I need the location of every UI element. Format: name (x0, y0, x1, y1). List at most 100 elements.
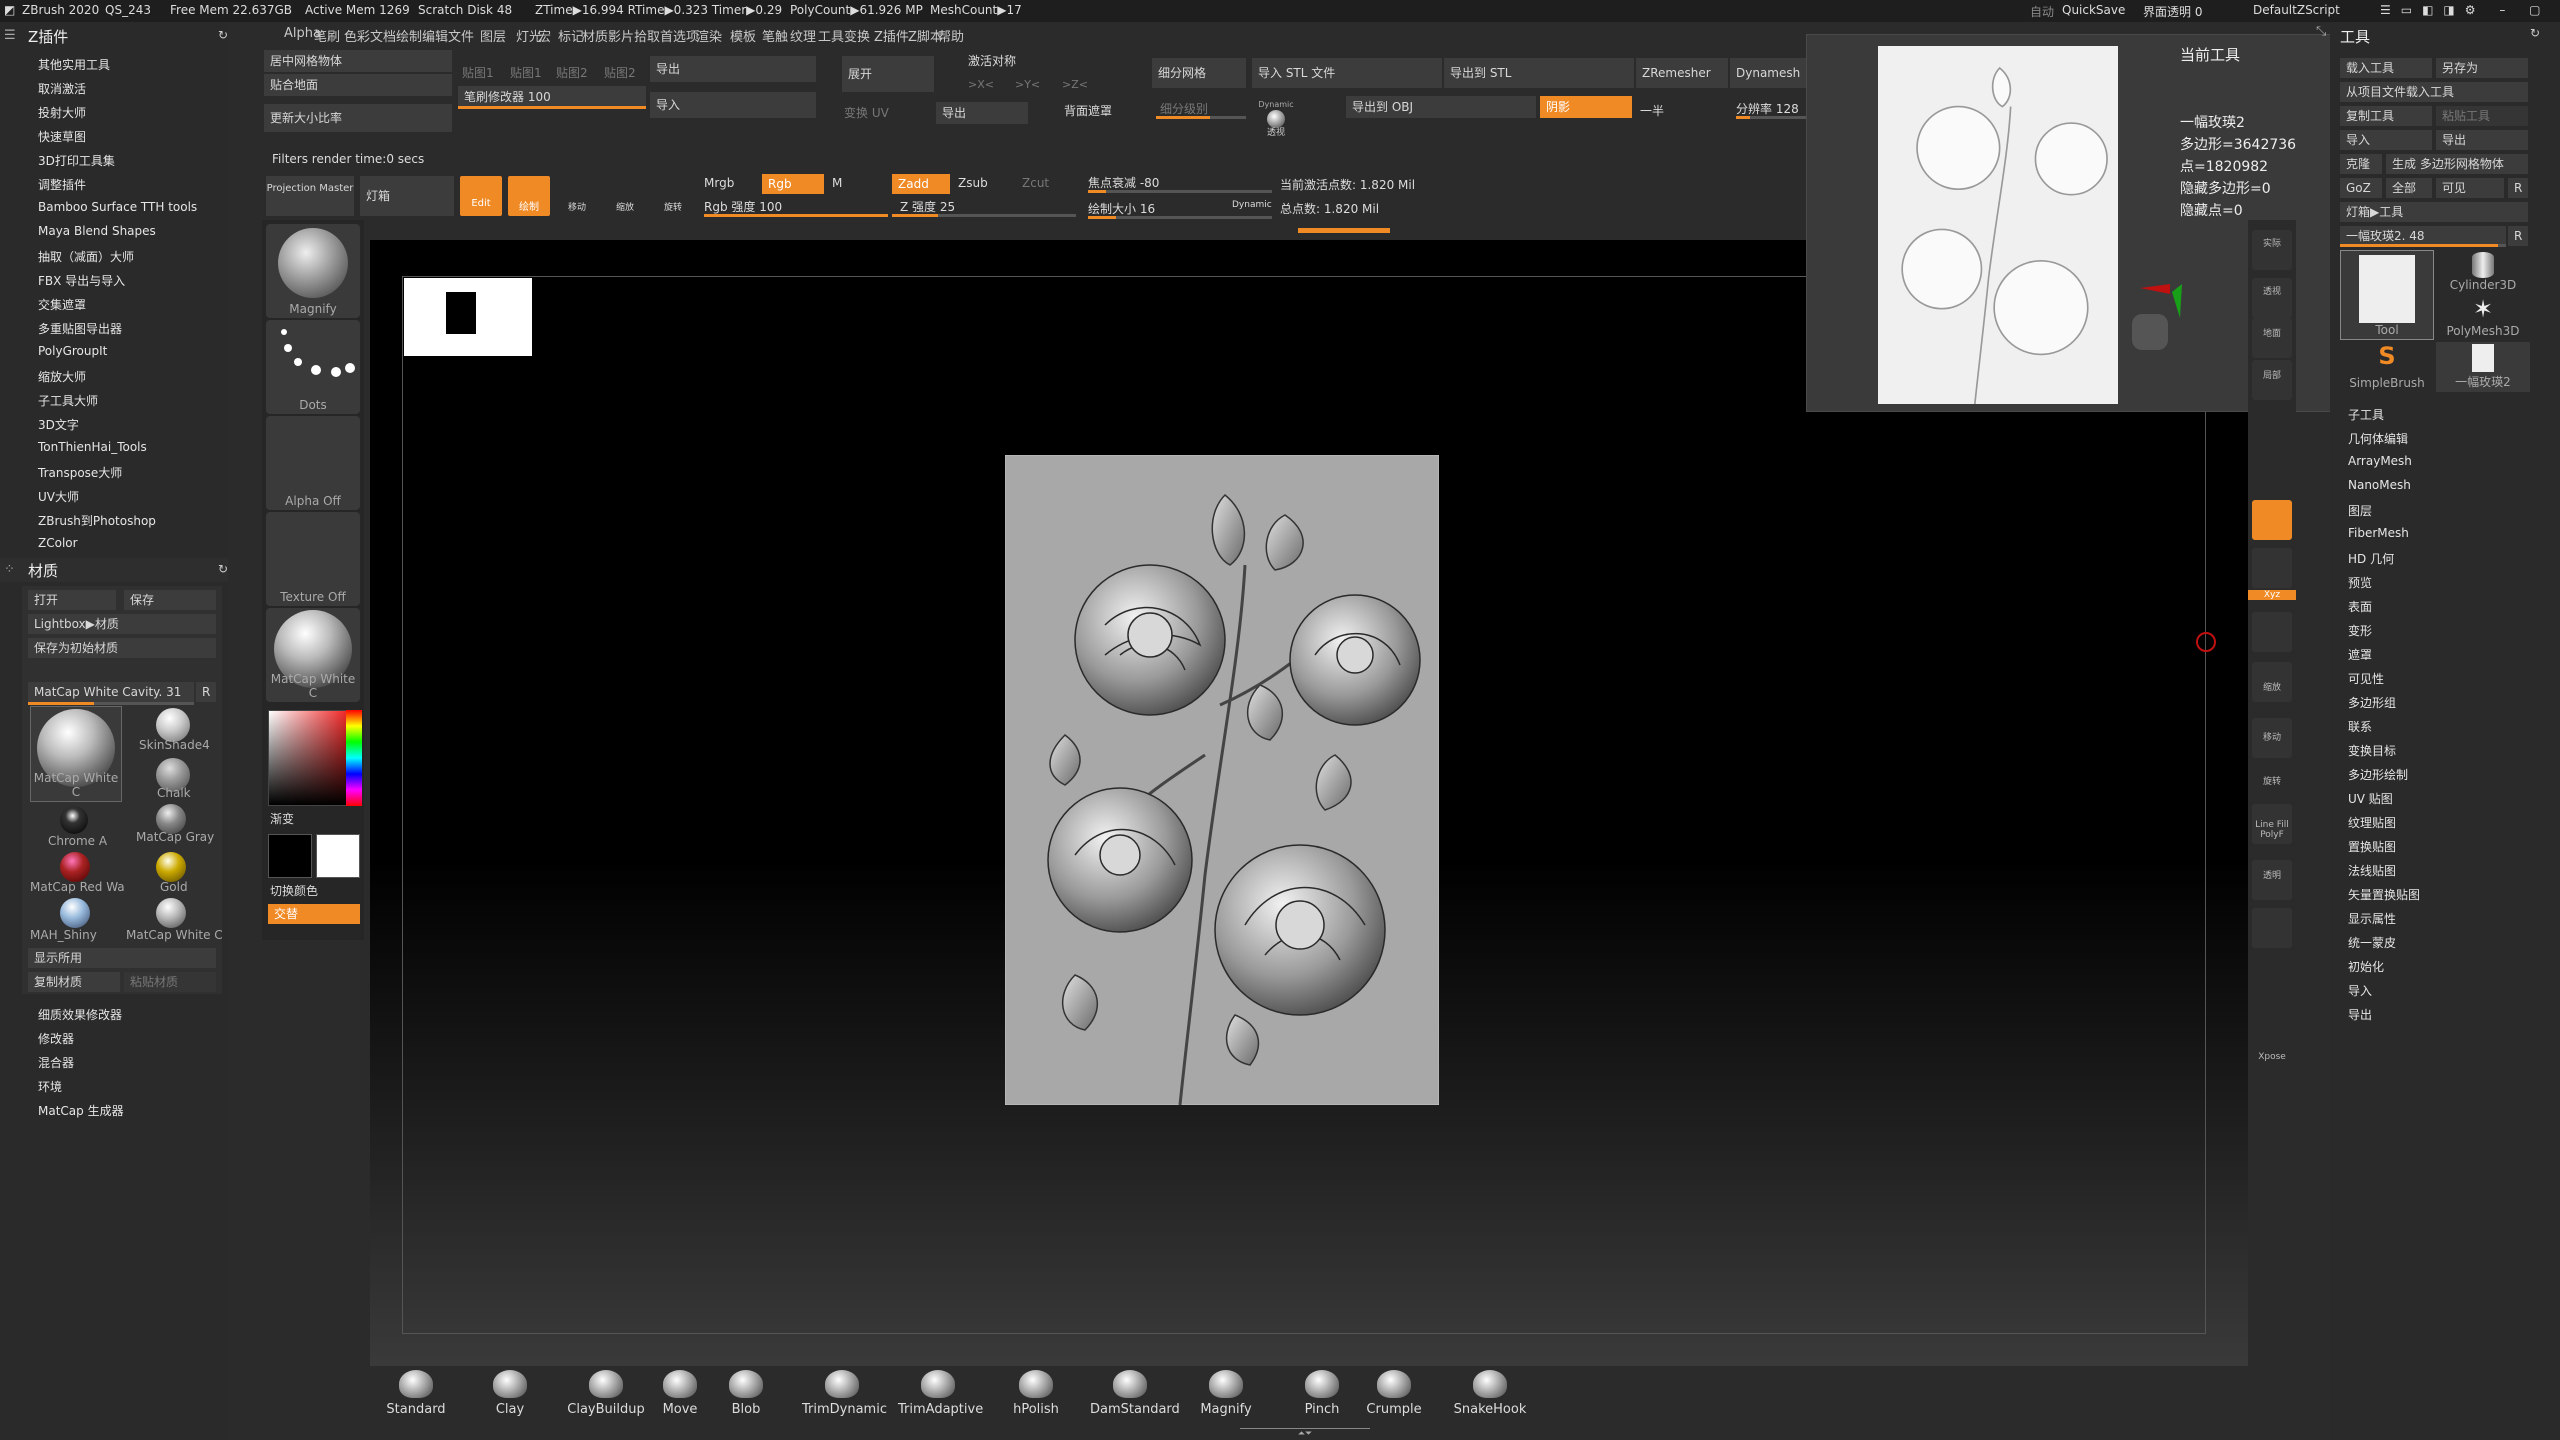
menu-item[interactable]: 宏 (538, 26, 551, 45)
zplugin-item[interactable]: 子工具大师 (38, 392, 98, 409)
paste-material-button[interactable]: 粘贴材质 (124, 972, 216, 992)
brush-button[interactable]: DamStandard (1090, 1370, 1180, 1417)
alpha-slot[interactable]: Alpha Off (266, 416, 360, 510)
zplugin-item[interactable]: 快速草图 (38, 128, 86, 145)
menu-item[interactable]: 工具 (818, 26, 844, 45)
menu-item[interactable]: 帮助 (938, 26, 964, 45)
fit-ground-button[interactable]: 贴合地面 (264, 74, 452, 96)
menu-item[interactable]: 标记 (558, 26, 584, 45)
tool-sub-item[interactable]: HD 几何 (2348, 550, 2394, 567)
sym-z-button[interactable]: >Z< (1062, 78, 1088, 91)
edit-mode-button[interactable]: Edit (460, 176, 502, 216)
goz-all-button[interactable]: 全部 (2386, 178, 2432, 198)
lightbox-tool-button[interactable]: 灯箱▶工具 (2340, 202, 2528, 222)
export-stl-button[interactable]: 导出到 STL (1444, 58, 1634, 88)
brush-button[interactable]: TrimDynamic (802, 1370, 887, 1417)
rose-tool-thumb[interactable]: 一幅玫瑛2 (2436, 342, 2530, 392)
menu-item[interactable]: 编辑 (422, 26, 448, 45)
mrgb-toggle[interactable]: Mrgb (704, 176, 734, 190)
gold-material-icon[interactable] (156, 852, 186, 882)
main-color-swatch[interactable] (268, 834, 312, 878)
map1-label[interactable]: 贴图1 (462, 64, 494, 81)
sym-y-button[interactable]: >Y< (1015, 78, 1040, 91)
menu-item[interactable]: 影片 (608, 26, 634, 45)
zplugin-item[interactable]: 投射大师 (38, 104, 86, 121)
tool-sub-item[interactable]: 导出 (2348, 1006, 2372, 1023)
refresh-icon[interactable]: ↻ (218, 562, 228, 576)
tool-sub-item[interactable]: 矢量置换贴图 (2348, 886, 2420, 903)
draw-size-slider[interactable]: 绘制大小 16 (1088, 200, 1155, 217)
scale-mode-button[interactable]: 缩放 (604, 176, 646, 216)
alternate-button[interactable]: 交替 (268, 904, 360, 924)
goz-button[interactable]: GoZ (2340, 178, 2382, 198)
gradient-label[interactable]: 渐变 (270, 810, 294, 827)
map1b-label[interactable]: 贴图1 (510, 64, 542, 81)
clone-button[interactable]: 克隆 (2340, 154, 2382, 174)
default-zscript[interactable]: DefaultZScript (2253, 3, 2340, 17)
material-sub-item[interactable]: 修改器 (38, 1030, 74, 1047)
material-save-button[interactable]: 保存 (124, 590, 216, 610)
load-from-project-button[interactable]: 从项目文件载入工具 (2340, 82, 2528, 102)
subdivide-button[interactable]: 细分网格 (1152, 58, 1246, 88)
mini-map[interactable] (404, 278, 532, 356)
move-mode-button[interactable]: 移动 (556, 176, 598, 216)
chrome-material-icon[interactable] (60, 806, 88, 834)
switch-color-button[interactable]: 切换颜色 (270, 882, 318, 899)
menu-item[interactable]: 文件 (448, 26, 474, 45)
goz-visible-button[interactable]: 可见 (2436, 178, 2504, 198)
rotate-mode-button[interactable]: 旋转 (652, 176, 694, 216)
refresh-icon[interactable]: ↻ (2530, 26, 2540, 40)
view-tool-button[interactable] (2252, 612, 2292, 652)
view-tool-button[interactable] (2252, 908, 2292, 948)
tool-sub-item[interactable]: 初始化 (2348, 958, 2384, 975)
brush-button[interactable]: Blob (706, 1370, 786, 1417)
polymesh3d-thumb[interactable]: ✶ PolyMesh3D (2436, 296, 2530, 340)
lightbox-material-button[interactable]: Lightbox▶材质 (28, 614, 216, 634)
tool-sub-item[interactable]: 显示属性 (2348, 910, 2396, 927)
brush-button[interactable]: Pinch (1282, 1370, 1362, 1417)
brush-modifier-slider[interactable]: 笔刷修改器 100 (458, 86, 646, 108)
material-sub-item[interactable]: 混合器 (38, 1054, 74, 1071)
skinshade-material-icon[interactable] (156, 708, 190, 742)
copy-tool-button[interactable]: 复制工具 (2340, 106, 2432, 126)
tool-sub-item[interactable]: 导入 (2348, 982, 2372, 999)
menu-item[interactable]: 绘制 (396, 26, 422, 45)
texture-slot[interactable]: Texture Off (266, 512, 360, 606)
ui-transparency-slider[interactable]: 界面透明 0 (2143, 3, 2202, 20)
zplugin-item[interactable]: 其他实用工具 (38, 56, 110, 73)
zplugin-item[interactable]: PolyGroupIt (38, 344, 107, 358)
zplugin-title[interactable]: Z插件 (28, 26, 68, 47)
rgb-intensity-slider[interactable]: Rgb 强度 100 (704, 198, 782, 215)
zplugin-item[interactable]: 3D打印工具集 (38, 152, 115, 169)
tool-sub-item[interactable]: 变形 (2348, 622, 2372, 639)
view-tool-button[interactable] (2252, 548, 2292, 588)
tool-sub-item[interactable]: 多边形组 (2348, 694, 2396, 711)
zsub-toggle[interactable]: Zsub (958, 176, 988, 190)
tool-sub-item[interactable]: 子工具 (2348, 406, 2384, 423)
draw-mode-button[interactable]: 绘制 (508, 176, 550, 216)
zplugin-item[interactable]: ZBrush到Photoshop (38, 512, 156, 529)
zplugin-item[interactable]: 多重贴图导出器 (38, 320, 122, 337)
menu-item[interactable]: 渲染 (696, 26, 722, 45)
subdivision-level-slider[interactable]: 细分级别 (1160, 100, 1208, 117)
menu-item[interactable]: 笔刷 (314, 26, 340, 45)
zplugin-item[interactable]: UV大师 (38, 488, 79, 505)
tool-slider-r-button[interactable]: R (2508, 226, 2528, 246)
zcut-toggle[interactable]: Zcut (1022, 176, 1049, 190)
tool-slider[interactable]: 一幅玫瑛2. 48 (2340, 226, 2506, 246)
material-r-button[interactable]: R (196, 682, 216, 702)
tool-sub-item[interactable]: 置换贴图 (2348, 838, 2396, 855)
tool-sub-item[interactable]: FiberMesh (2348, 526, 2409, 540)
red-wax-material-icon[interactable] (60, 852, 90, 882)
zplugin-item[interactable]: 取消激活 (38, 80, 86, 97)
material-open-button[interactable]: 打开 (28, 590, 116, 610)
shiny-material-icon[interactable] (60, 898, 90, 928)
menu-item[interactable]: 首选项 (660, 26, 699, 45)
zplugin-item[interactable]: ZColor (38, 536, 78, 550)
dynamic-toggle[interactable]: Dynamic (1232, 200, 1272, 210)
half-button[interactable]: 一半 (1640, 102, 1664, 119)
view-tool-button[interactable] (2252, 500, 2292, 540)
unfold-button[interactable]: 展开 (842, 56, 934, 92)
brush-button[interactable]: hPolish (996, 1370, 1076, 1417)
menu-grip-icon[interactable]: ☰ (4, 28, 16, 43)
